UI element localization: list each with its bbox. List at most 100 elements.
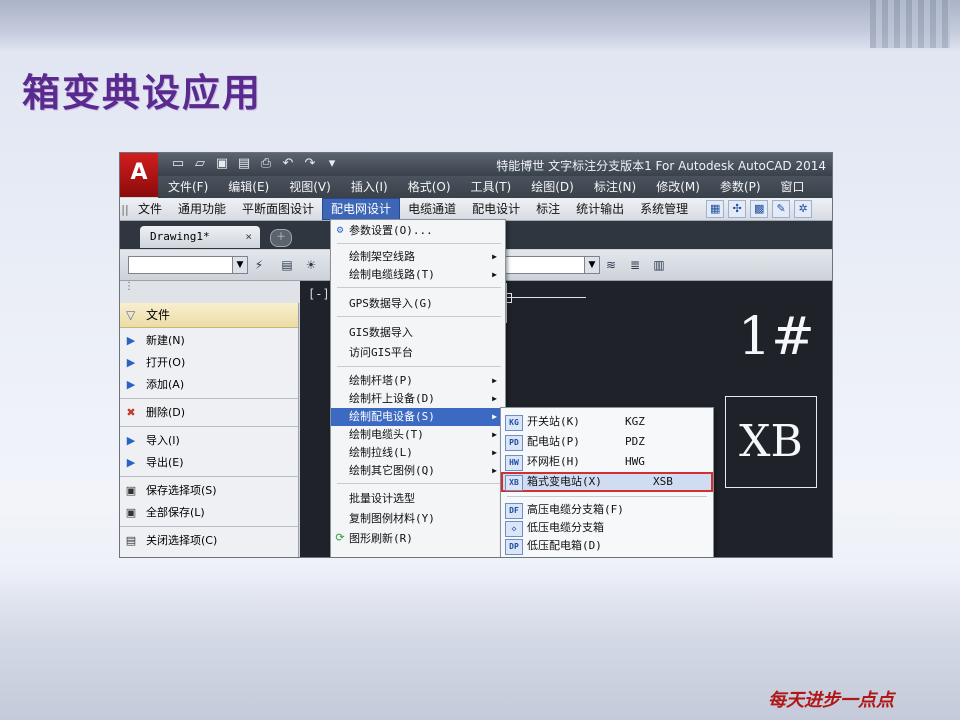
panel-item-delete[interactable]: ✖ 删除(D) — [120, 402, 298, 424]
pen-tool-icon[interactable]: ✎ — [772, 200, 791, 218]
menu-item-cable-head[interactable]: 绘制电缆头(T) ▶ — [331, 426, 505, 444]
menu-view[interactable]: 视图(V) — [279, 176, 341, 198]
panel-item-import[interactable]: ▶ 导入(I) — [120, 430, 298, 452]
submenu-item-distribution-station[interactable]: PD 配电站(P) PDZ — [501, 432, 713, 452]
plugin-menu-profile-design[interactable]: 平断面图设计 — [234, 199, 322, 219]
layer-match-icon[interactable]: ≣ — [626, 256, 644, 274]
menu-item-distribution-equipment[interactable]: 绘制配电设备(S) ▶ — [331, 408, 505, 426]
tab-close-icon[interactable]: × — [245, 226, 252, 248]
layer-properties-icon[interactable]: ▤ — [278, 256, 296, 274]
save-as-icon[interactable]: ▤ — [236, 156, 252, 172]
menu-item-copy-legend-material[interactable]: 复制图例材料(Y) — [331, 510, 505, 528]
plugin-menu-general[interactable]: 通用功能 — [170, 199, 234, 219]
submenu-item-switching-station[interactable]: KG 开关站(K) KGZ — [501, 412, 713, 432]
panel-item-close-selected[interactable]: ▤ 关闭选择项(C) — [120, 530, 298, 552]
menu-item-gps-import[interactable]: GPS数据导入(G) — [331, 295, 505, 313]
save-icon: ▣ — [125, 506, 137, 519]
xb-symbol[interactable]: XB — [725, 396, 817, 488]
chevron-down-icon[interactable]: ▼ — [584, 257, 599, 273]
menu-edit[interactable]: 编辑(E) — [218, 176, 279, 198]
menu-format[interactable]: 格式(O) — [398, 176, 461, 198]
submenu-arrow-icon: ▶ — [492, 412, 497, 421]
menu-item-batch-design[interactable]: 批量设计选型 — [331, 490, 505, 508]
plugin-menu-cable-channel[interactable]: 电缆通道 — [400, 199, 464, 219]
submenu-arrow-icon: ▶ — [492, 376, 497, 385]
divider — [337, 483, 501, 484]
panel-item-label: 关闭选择项(C) — [146, 534, 218, 547]
settings-tool-icon[interactable]: ✲ — [794, 200, 813, 218]
panel-item-save-all[interactable]: ▣ 全部保存(L) — [120, 502, 298, 524]
menu-item-refresh-graphics[interactable]: ⟳ 图形刷新(R) — [331, 530, 505, 548]
match-properties-icon[interactable]: ⚡ — [250, 256, 268, 274]
menu-draw[interactable]: 绘图(D) — [521, 176, 584, 198]
submenu-arrow-icon: ▶ — [492, 448, 497, 457]
panel-header-file[interactable]: ▽ 文件 — [120, 303, 298, 328]
menu-tools[interactable]: 工具(T) — [461, 176, 522, 198]
panel-grip[interactable]: ⋮ — [120, 281, 302, 303]
menu-item-pole-equipment[interactable]: 绘制杆上设备(D) ▶ — [331, 390, 505, 408]
open-folder-icon[interactable]: ▱ — [192, 156, 208, 172]
plugin-menu-distribution-network[interactable]: 配电网设计 — [322, 198, 401, 220]
drawing-number-label: 1# — [738, 307, 815, 367]
layer-select[interactable]: ▼ — [504, 256, 600, 274]
new-tab-icon[interactable]: ＋ — [270, 229, 292, 247]
menu-item-gis-platform[interactable]: 访问GIS平台 — [331, 344, 505, 362]
menu-file[interactable]: 文件(F) — [158, 176, 218, 198]
menu-item-cable-line[interactable]: 绘制电缆线路(T) ▶ — [331, 266, 505, 284]
triangle-right-icon: ▶ — [126, 378, 136, 391]
menu-parameters[interactable]: 参数(P) — [710, 176, 771, 198]
move-tool-icon[interactable]: ✣ — [728, 200, 747, 218]
menu-item-overhead-line[interactable]: 绘制架空线路 ▶ — [331, 248, 505, 266]
submenu-item-label: 高压电缆分支箱(F) — [527, 503, 624, 516]
submenu-item-lv-branch-box[interactable]: ◇ 低压电缆分支箱 — [501, 518, 713, 538]
panel-item-export[interactable]: ▶ 导出(E) — [120, 452, 298, 474]
menu-item-guy-wire[interactable]: 绘制拉线(L) ▶ — [331, 444, 505, 462]
panel-item-new[interactable]: ▶ 新建(N) — [120, 330, 298, 352]
new-file-icon[interactable]: ▭ — [170, 156, 186, 172]
menu-window[interactable]: 窗口 — [771, 176, 815, 198]
plugin-menu-annotate[interactable]: 标注 — [528, 199, 568, 219]
submenu-arrow-icon: ▶ — [492, 466, 497, 475]
panel-item-open[interactable]: ▶ 打开(O) — [120, 352, 298, 374]
style-select[interactable]: ▼ — [128, 256, 248, 274]
image-tool-icon[interactable]: ▩ — [750, 200, 769, 218]
window-title: 特能博世 文字标注分支版本1 For Autodesk AutoCAD 2014 — [496, 159, 826, 173]
divider — [337, 243, 501, 244]
plugin-menu-distribution-design[interactable]: 配电设计 — [464, 199, 528, 219]
submenu-item-hv-branch-box[interactable]: DF 高压电缆分支箱(F) — [501, 500, 713, 520]
layer-state-icon[interactable]: ≋ — [602, 256, 620, 274]
menu-item-draw-tower[interactable]: 绘制杆塔(P) ▶ — [331, 372, 505, 390]
submenu-item-box-substation[interactable]: XB 箱式变电站(X) XSB — [501, 472, 713, 492]
main-menubar: 文件(F) 编辑(E) 视图(V) 插入(I) 格式(O) 工具(T) 绘图(D… — [158, 176, 832, 198]
save-icon: ▣ — [125, 484, 137, 497]
save-icon[interactable]: ▣ — [214, 156, 230, 172]
menu-item-other-legend[interactable]: 绘制其它图例(Q) ▶ — [331, 462, 505, 480]
dropdown-arrow-icon[interactable]: ▾ — [324, 156, 340, 172]
xb-tool-icon[interactable]: ▦ — [706, 200, 725, 218]
gear-icon: ⚙ — [336, 223, 344, 236]
panel-item-add[interactable]: ▶ 添加(A) — [120, 374, 298, 396]
menu-item-gis-import[interactable]: GIS数据导入 — [331, 324, 505, 342]
panel-item-save-selected[interactable]: ▣ 保存选择项(S) — [120, 480, 298, 502]
quick-access-toolbar: ▭ ▱ ▣ ▤ ⎙ ↶ ↷ ▾ — [170, 156, 340, 172]
menu-dimension[interactable]: 标注(N) — [584, 176, 646, 198]
autocad-logo-icon[interactable]: A — [120, 153, 158, 197]
layer-on-icon[interactable]: ☀ — [302, 256, 320, 274]
title-bar: A ▭ ▱ ▣ ▤ ⎙ ↶ ↷ ▾ 特能博世 文字标注分支版本1 For Aut… — [120, 153, 832, 197]
plugin-menu-file[interactable]: 文件 — [130, 199, 170, 219]
undo-icon[interactable]: ↶ — [280, 156, 296, 172]
submenu-item-ring-main-unit[interactable]: HW 环网柜(H) HWG — [501, 452, 713, 472]
layer-previous-icon[interactable]: ▥ — [650, 256, 668, 274]
submenu-arrow-icon: ▶ — [492, 430, 497, 439]
submenu-item-lv-distribution-box[interactable]: DP 低压配电箱(D) — [501, 536, 713, 556]
menu-item-parameter-settings[interactable]: ⚙ 参数设置(O)... — [331, 222, 505, 240]
toolbar-grip[interactable]: || — [120, 203, 130, 216]
redo-icon[interactable]: ↷ — [302, 156, 318, 172]
tab-drawing1[interactable]: Drawing1* × — [140, 226, 260, 248]
plugin-menu-statistics[interactable]: 统计输出 — [568, 199, 632, 219]
plugin-menu-system[interactable]: 系统管理 — [632, 199, 696, 219]
menu-insert[interactable]: 插入(I) — [341, 176, 398, 198]
chevron-down-icon[interactable]: ▼ — [232, 257, 247, 273]
print-icon[interactable]: ⎙ — [258, 156, 274, 172]
menu-modify[interactable]: 修改(M) — [646, 176, 710, 198]
